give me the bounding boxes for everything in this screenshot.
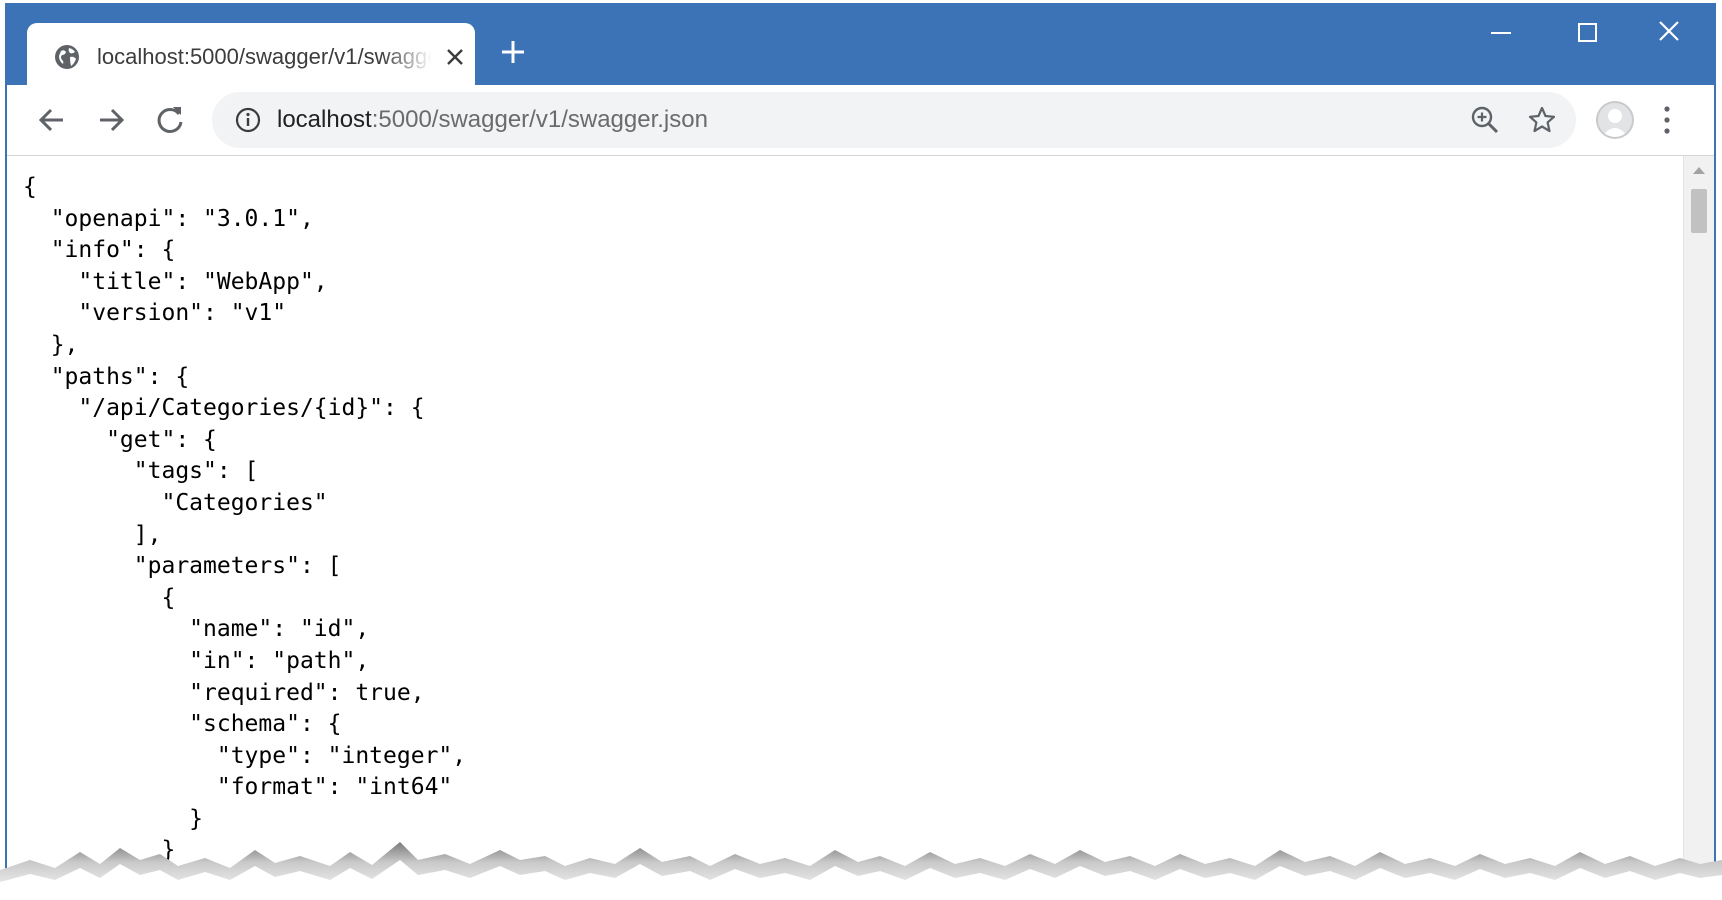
avatar[interactable] — [1596, 101, 1634, 139]
scroll-up-arrow-icon[interactable] — [1693, 166, 1705, 174]
title-bar: localhost:5000/swagger/v1/swagger.json — [7, 3, 1714, 87]
browser-toolbar: localhost:5000/swagger/v1/swagger.json — [7, 85, 1714, 156]
json-line: "required": true, — [23, 679, 425, 706]
close-icon[interactable] — [1650, 19, 1690, 59]
json-line: } — [23, 805, 204, 832]
json-line: "title": "WebApp", — [23, 268, 328, 295]
json-line: { — [23, 174, 37, 200]
tab-swagger-json[interactable]: localhost:5000/swagger/v1/swagger.json — [27, 23, 475, 87]
browser-window: localhost:5000/swagger/v1/swagger.json — [5, 3, 1716, 900]
json-line: "paths": { — [23, 363, 190, 390]
close-icon[interactable] — [445, 47, 465, 67]
json-line: "/api/Categories/{id}": { — [23, 395, 425, 422]
minimize-icon[interactable] — [1481, 19, 1521, 59]
page-content: { "openapi": "3.0.1", "info": { "title":… — [7, 156, 1714, 900]
scroll-thumb[interactable] — [1691, 189, 1707, 233]
globe-icon — [55, 45, 79, 69]
json-line: "type": "integer", — [23, 742, 467, 769]
json-line: ], — [23, 521, 162, 548]
reload-icon[interactable] — [153, 103, 187, 137]
json-line: "format": "int64" — [23, 774, 453, 801]
json-line: "get": { — [23, 426, 217, 453]
maximize-icon[interactable] — [1567, 19, 1607, 59]
torn-edge — [0, 842, 1722, 900]
url-path: :5000/swagger/v1/swagger.json — [371, 106, 708, 133]
url-host: localhost — [277, 106, 372, 133]
json-line: "Categories" — [23, 489, 328, 516]
json-line: { — [23, 584, 176, 611]
json-line: "version": "v1" — [23, 300, 287, 327]
address-bar[interactable]: localhost:5000/swagger/v1/swagger.json — [212, 92, 1576, 148]
star-icon[interactable] — [1527, 105, 1557, 135]
json-line: "parameters": [ — [23, 553, 342, 580]
json-line: "openapi": "3.0.1", — [23, 205, 314, 232]
kebab-menu-icon[interactable] — [1659, 102, 1675, 138]
arrow-left-icon[interactable] — [35, 103, 69, 137]
info-icon[interactable] — [235, 107, 261, 133]
avatar-icon — [1596, 101, 1634, 139]
zoom-in-icon[interactable] — [1470, 105, 1500, 135]
url-text[interactable]: localhost:5000/swagger/v1/swagger.json — [277, 92, 708, 148]
vertical-scrollbar[interactable] — [1683, 156, 1714, 900]
json-line: "info": { — [23, 237, 176, 264]
json-line: "schema": { — [23, 711, 342, 738]
json-line: }, — [23, 331, 79, 358]
json-line: "in": "path", — [23, 647, 370, 674]
json-text: { "openapi": "3.0.1", "info": { "title":… — [23, 172, 466, 867]
json-line: "tags": [ — [23, 458, 259, 485]
tab-title: localhost:5000/swagger/v1/swagger.json — [97, 44, 432, 69]
arrow-right-icon[interactable] — [94, 103, 128, 137]
json-line: "name": "id", — [23, 616, 370, 643]
plus-icon[interactable] — [497, 36, 529, 68]
